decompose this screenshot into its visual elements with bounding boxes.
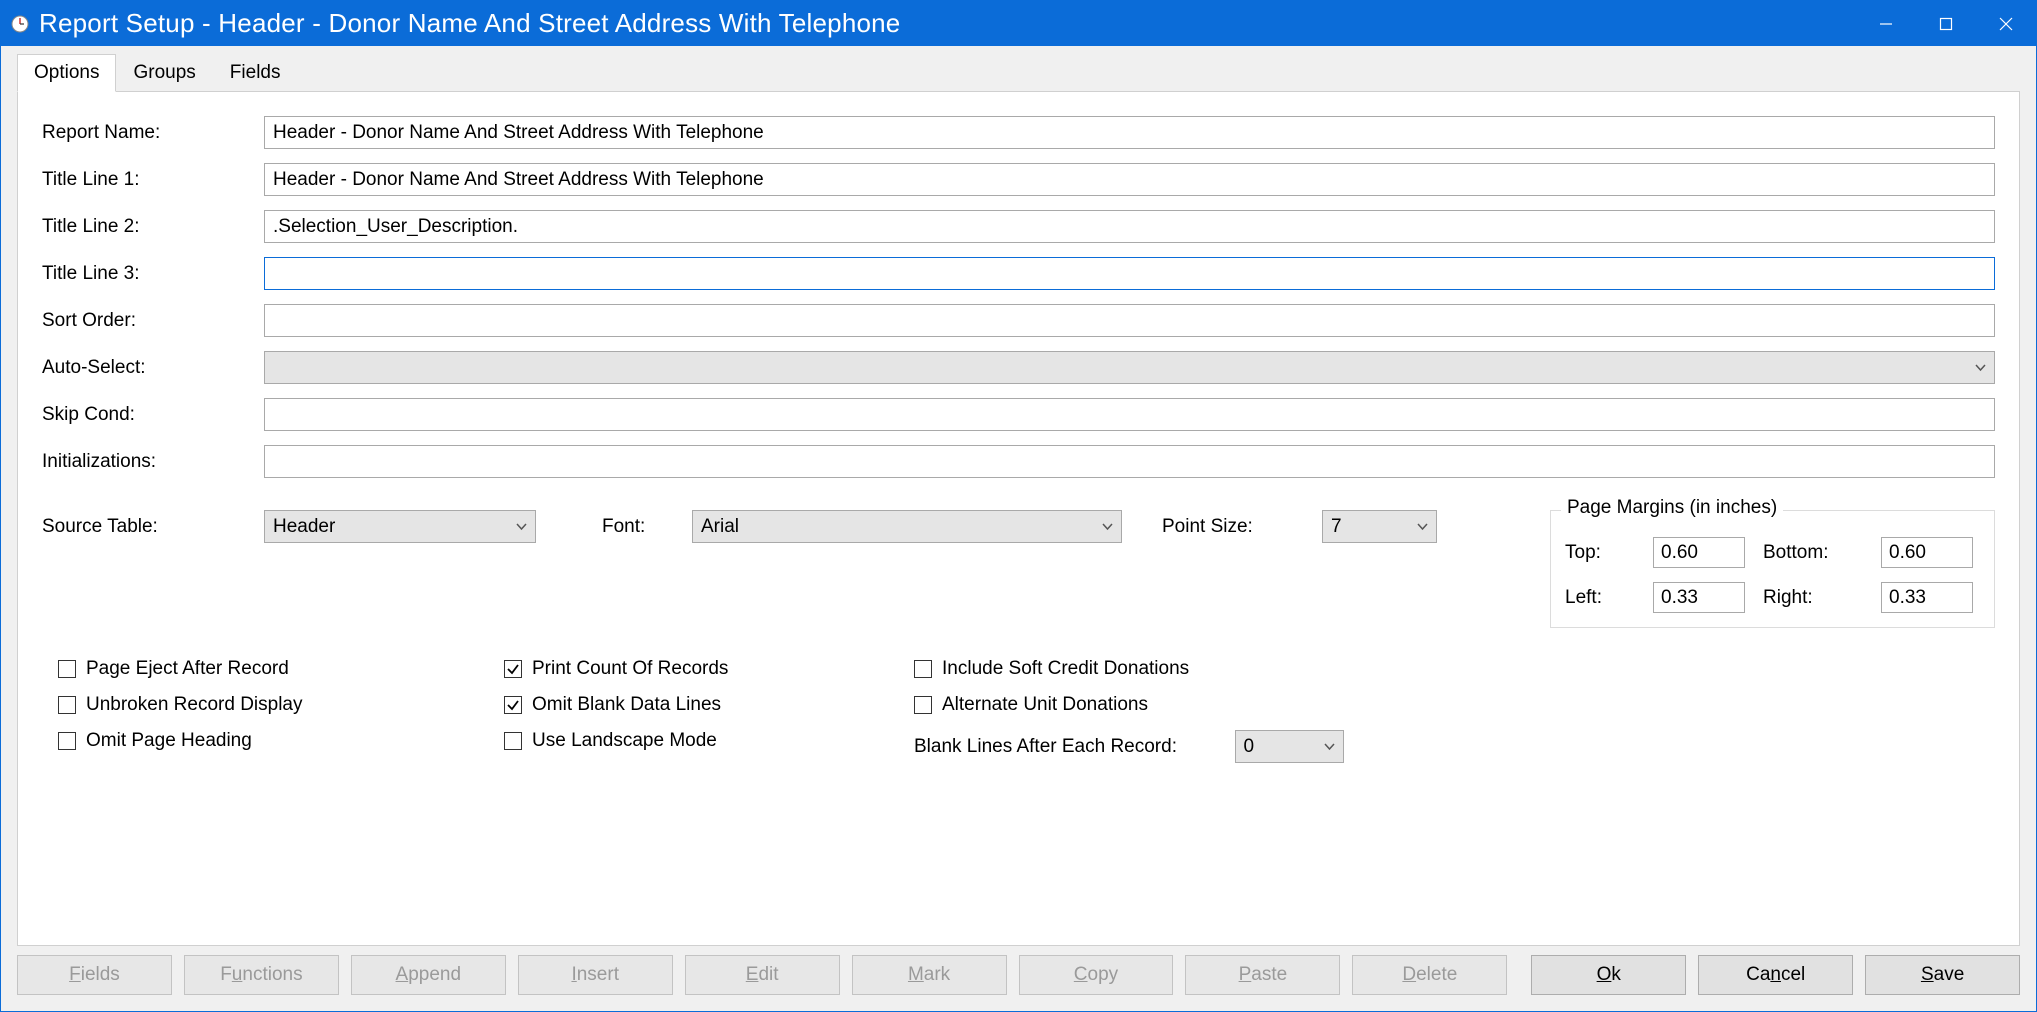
button-bar: Fields Functions Append Insert Edit Mark… xyxy=(1,955,2036,1011)
checkbox-print-count[interactable]: Print Count Of Records xyxy=(504,658,914,680)
checkbox-label: Unbroken Record Display xyxy=(86,694,303,716)
checkbox-alternate-unit[interactable]: Alternate Unit Donations xyxy=(914,694,1344,716)
save-button[interactable]: Save xyxy=(1865,955,2020,995)
label-blank-lines: Blank Lines After Each Record: xyxy=(914,736,1235,758)
report-setup-window: Report Setup - Header - Donor Name And S… xyxy=(0,0,2037,1012)
checkbox-label: Print Count Of Records xyxy=(532,658,728,680)
margin-left-input[interactable] xyxy=(1653,582,1745,613)
label-report-name: Report Name: xyxy=(42,122,264,144)
tab-fields[interactable]: Fields xyxy=(213,54,298,92)
chevron-down-icon xyxy=(1975,357,1986,379)
label-title-line-1: Title Line 1: xyxy=(42,169,264,191)
mark-button[interactable]: Mark xyxy=(852,955,1007,995)
tab-options[interactable]: Options xyxy=(17,54,116,92)
checkbox-icon xyxy=(914,696,932,714)
checkbox-omit-page-heading[interactable]: Omit Page Heading xyxy=(58,730,504,752)
delete-button[interactable]: Delete xyxy=(1352,955,1507,995)
label-sort-order: Sort Order: xyxy=(42,310,264,332)
page-margins-legend: Page Margins (in inches) xyxy=(1561,497,1783,519)
label-margin-left: Left: xyxy=(1565,587,1635,609)
label-source-table: Source Table: xyxy=(42,516,264,538)
margin-top-input[interactable] xyxy=(1653,537,1745,568)
auto-select-combo[interactable] xyxy=(264,351,1995,384)
tab-groups[interactable]: Groups xyxy=(116,54,212,92)
checkbox-label: Alternate Unit Donations xyxy=(942,694,1148,716)
functions-button[interactable]: Functions xyxy=(184,955,339,995)
chevron-down-icon xyxy=(1324,736,1335,758)
source-table-value: Header xyxy=(273,516,335,538)
paste-button[interactable]: Paste xyxy=(1185,955,1340,995)
append-button[interactable]: Append xyxy=(351,955,506,995)
window-title: Report Setup - Header - Donor Name And S… xyxy=(39,8,1856,39)
fields-button[interactable]: Fields xyxy=(17,955,172,995)
checkbox-icon xyxy=(504,660,522,678)
chevron-down-icon xyxy=(1417,516,1428,538)
label-initializations: Initializations: xyxy=(42,451,264,473)
label-margin-bottom: Bottom: xyxy=(1763,542,1863,564)
page-margins-group: Page Margins (in inches) Top: Bottom: Le… xyxy=(1550,510,1995,628)
point-size-value: 7 xyxy=(1331,516,1342,538)
label-auto-select: Auto-Select: xyxy=(42,357,264,379)
blank-lines-combo[interactable]: 0 xyxy=(1235,730,1344,763)
app-icon xyxy=(9,13,31,35)
checkbox-label: Omit Page Heading xyxy=(86,730,252,752)
checkbox-landscape-mode[interactable]: Use Landscape Mode xyxy=(504,730,914,752)
maximize-button[interactable] xyxy=(1916,1,1976,46)
minimize-button[interactable] xyxy=(1856,1,1916,46)
font-combo[interactable]: Arial xyxy=(692,510,1122,543)
checkbox-icon xyxy=(58,660,76,678)
label-font: Font: xyxy=(602,516,692,538)
label-title-line-2: Title Line 2: xyxy=(42,216,264,238)
checkbox-label: Use Landscape Mode xyxy=(532,730,717,752)
label-margin-right: Right: xyxy=(1763,587,1863,609)
label-skip-cond: Skip Cond: xyxy=(42,404,264,426)
title-line-3-input[interactable] xyxy=(264,257,1995,290)
font-value: Arial xyxy=(701,516,739,538)
close-button[interactable] xyxy=(1976,1,2036,46)
checkbox-label: Page Eject After Record xyxy=(86,658,289,680)
titlebar: Report Setup - Header - Donor Name And S… xyxy=(1,1,2036,46)
initializations-input[interactable] xyxy=(264,445,1995,478)
checkbox-icon xyxy=(58,696,76,714)
checkbox-unbroken-record[interactable]: Unbroken Record Display xyxy=(58,694,504,716)
chevron-down-icon xyxy=(1102,516,1113,538)
margin-right-input[interactable] xyxy=(1881,582,1973,613)
label-point-size: Point Size: xyxy=(1162,516,1322,538)
edit-button[interactable]: Edit xyxy=(685,955,840,995)
tabs-row: Options Groups Fields xyxy=(1,46,2036,92)
checkbox-icon xyxy=(58,732,76,750)
checkbox-icon xyxy=(914,660,932,678)
blank-lines-value: 0 xyxy=(1244,736,1255,758)
label-title-line-3: Title Line 3: xyxy=(42,263,264,285)
checkbox-page-eject[interactable]: Page Eject After Record xyxy=(58,658,504,680)
title-line-2-input[interactable] xyxy=(264,210,1995,243)
insert-button[interactable]: Insert xyxy=(518,955,673,995)
source-table-combo[interactable]: Header xyxy=(264,510,536,543)
ok-button[interactable]: Ok xyxy=(1531,955,1686,995)
label-margin-top: Top: xyxy=(1565,542,1635,564)
skip-cond-input[interactable] xyxy=(264,398,1995,431)
chevron-down-icon xyxy=(516,516,527,538)
checkbox-label: Omit Blank Data Lines xyxy=(532,694,721,716)
title-line-1-input[interactable] xyxy=(264,163,1995,196)
point-size-combo[interactable]: 7 xyxy=(1322,510,1437,543)
options-panel: Report Name: Title Line 1: Title Line 2:… xyxy=(17,91,2020,946)
checkbox-label: Include Soft Credit Donations xyxy=(942,658,1189,680)
sort-order-input[interactable] xyxy=(264,304,1995,337)
copy-button[interactable]: Copy xyxy=(1019,955,1174,995)
checkbox-omit-blank-lines[interactable]: Omit Blank Data Lines xyxy=(504,694,914,716)
checkbox-icon xyxy=(504,696,522,714)
report-name-input[interactable] xyxy=(264,116,1995,149)
window-controls xyxy=(1856,1,2036,46)
cancel-button[interactable]: Cancel xyxy=(1698,955,1853,995)
checkbox-soft-credit[interactable]: Include Soft Credit Donations xyxy=(914,658,1344,680)
margin-bottom-input[interactable] xyxy=(1881,537,1973,568)
content-area: Options Groups Fields Report Name: Title… xyxy=(1,46,2036,1011)
checkbox-icon xyxy=(504,732,522,750)
